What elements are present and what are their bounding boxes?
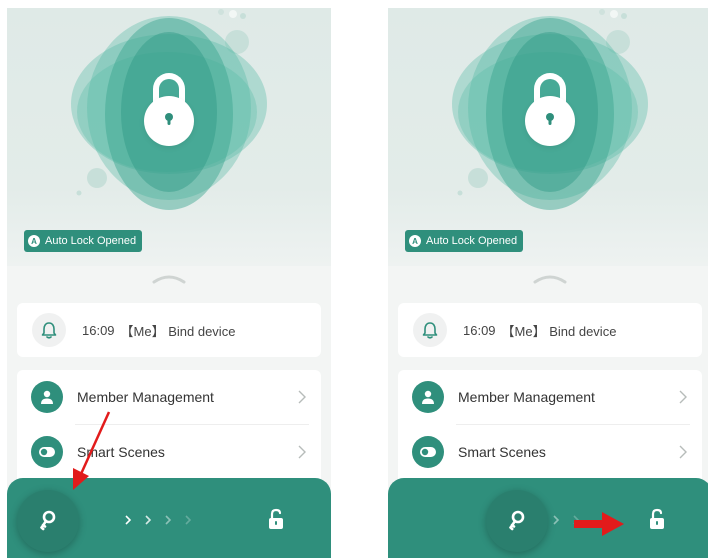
chevron-right-icon [679, 445, 687, 459]
log-time: 16:09 [463, 322, 496, 338]
phone-screen-2: A Auto Lock Opened 16:09 【Me】 Bind devic… [388, 8, 708, 558]
unlock-icon [269, 508, 283, 529]
person-icon [31, 381, 63, 413]
auto-lock-status-badge: A Auto Lock Opened [405, 230, 524, 252]
smart-scenes-item[interactable]: Smart Scenes [17, 425, 321, 479]
menu-card: Member Management Smart Scenes [17, 370, 321, 490]
annotation-arrow-pointing-key [73, 411, 111, 490]
drawer-handle-icon[interactable] [533, 274, 567, 284]
smart-scenes-label: Smart Scenes [458, 444, 546, 460]
log-time: 16:09 [82, 322, 115, 338]
recent-log-card[interactable]: 16:09 【Me】 Bind device [17, 303, 321, 357]
keyhole-icon [165, 113, 173, 125]
unlock-key-button[interactable] [486, 490, 548, 552]
drawer-handle-icon[interactable] [152, 274, 186, 284]
lock-status-hero: A Auto Lock Opened [7, 8, 331, 266]
log-text: 【Me】 Bind device [501, 323, 617, 339]
toggle-icon [412, 436, 444, 468]
member-management-item[interactable]: Member Management [17, 370, 321, 424]
bell-icon [413, 313, 447, 347]
phone-screen-1: A Auto Lock Opened 16:09 【Me】 Bind devic… [7, 8, 331, 558]
annotation-arrow-pointing-unlock [574, 512, 624, 536]
smart-scenes-item[interactable]: Smart Scenes [398, 425, 702, 479]
member-management-label: Member Management [458, 389, 595, 405]
auto-lock-icon: A [28, 235, 40, 247]
auto-lock-icon: A [409, 235, 421, 247]
auto-lock-status-badge: A Auto Lock Opened [24, 230, 143, 252]
recent-log-card[interactable]: 16:09 【Me】 Bind device [398, 303, 702, 357]
chevron-right-icon [298, 390, 306, 404]
chevron-right-icon [298, 445, 306, 459]
auto-lock-label: Auto Lock Opened [45, 235, 137, 247]
menu-card: Member Management Smart Scenes [398, 370, 702, 490]
slide-hint-arrows [125, 515, 192, 525]
auto-lock-label: Auto Lock Opened [426, 235, 518, 247]
key-icon [40, 510, 56, 531]
bell-icon [32, 313, 66, 347]
log-text: 【Me】 Bind device [120, 323, 236, 339]
person-icon [412, 381, 444, 413]
unlock-icon [650, 508, 664, 529]
unlock-key-button[interactable] [17, 490, 79, 552]
key-icon [509, 510, 525, 531]
toggle-icon [31, 436, 63, 468]
member-management-label: Member Management [77, 389, 214, 405]
lock-status-hero: A Auto Lock Opened [388, 8, 708, 266]
keyhole-icon [546, 113, 554, 125]
member-management-item[interactable]: Member Management [398, 370, 702, 424]
chevron-right-icon [679, 390, 687, 404]
